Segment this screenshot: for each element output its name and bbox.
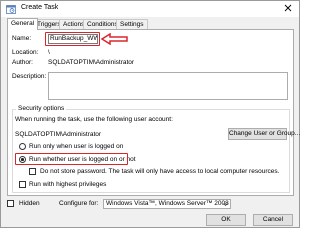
description-label: Description: xyxy=(12,73,47,80)
name-highlight-box xyxy=(45,32,100,46)
highest-privileges-label: Run with highest privileges xyxy=(29,181,107,188)
configure-value: Windows Vista™, Windows Server™ 2008 xyxy=(106,200,229,207)
description-field[interactable] xyxy=(48,72,288,100)
no-store-password-label: Do not store password. The task will onl… xyxy=(40,168,280,175)
account-value: SQLDATOPTIM\Administrator xyxy=(15,131,102,138)
tab-general[interactable]: General xyxy=(7,18,39,30)
security-options-title: Security options xyxy=(16,105,67,112)
name-label: Name: xyxy=(12,35,32,42)
tab-settings[interactable]: Settings xyxy=(116,19,148,29)
highest-privileges-checkbox[interactable] xyxy=(19,181,26,188)
change-user-button[interactable]: Change User or Group... xyxy=(228,128,300,140)
configure-select[interactable]: Windows Vista™, Windows Server™ 2008 xyxy=(103,199,231,209)
hidden-label: Hidden xyxy=(19,200,40,207)
ok-button[interactable]: OK xyxy=(206,214,246,226)
author-label: Author: xyxy=(12,59,33,66)
author-value: SQLDATOPTIM\Administrator xyxy=(48,59,135,66)
title-bar: Create Task xyxy=(1,1,299,17)
chevron-down-icon xyxy=(223,203,228,206)
no-store-password-checkbox[interactable] xyxy=(29,168,36,175)
account-prompt: When running the task, use the following… xyxy=(15,116,173,123)
close-icon[interactable] xyxy=(283,3,293,13)
task-scheduler-icon xyxy=(6,5,16,14)
hidden-checkbox[interactable] xyxy=(7,200,14,207)
security-options-group: Security options When running the task, … xyxy=(12,105,300,193)
location-label: Location: xyxy=(12,49,39,56)
run-logged-on-label: Run only when user is logged on xyxy=(29,143,124,150)
configure-label: Configure for: xyxy=(59,200,99,207)
highlight-arrow-icon xyxy=(101,33,128,45)
cancel-button[interactable]: Cancel xyxy=(253,214,293,226)
general-panel: Name: RunBackup_WWI Location: \ Author: … xyxy=(7,29,300,196)
location-value: \ xyxy=(48,49,50,56)
window-title: Create Task xyxy=(21,4,59,11)
radio-highlight-box xyxy=(15,153,128,165)
run-logged-on-radio[interactable] xyxy=(19,143,26,150)
create-task-window: Create Task General Triggers Actions Con… xyxy=(0,0,300,228)
